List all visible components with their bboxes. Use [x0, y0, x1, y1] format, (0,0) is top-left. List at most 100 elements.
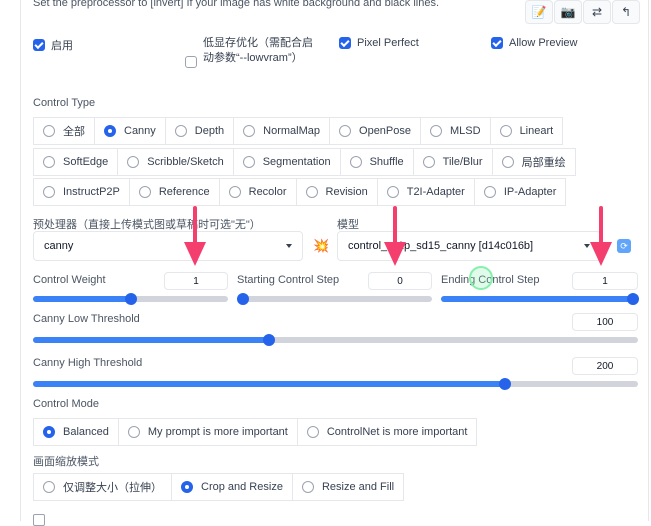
control-type-option-label: T2I-Adapter: [406, 186, 465, 198]
slider-thumb[interactable]: [262, 334, 275, 346]
radio-unselected-icon: [174, 125, 187, 137]
control-type-option[interactable]: Depth: [164, 117, 235, 145]
resize-mode-option[interactable]: Crop and Resize: [171, 473, 293, 501]
radio-unselected-icon: [430, 125, 442, 137]
control-type-option[interactable]: 局部重绘: [491, 148, 576, 176]
refresh-icon[interactable]: ⟳: [617, 239, 631, 253]
ending-step-slider[interactable]: [441, 293, 639, 305]
starting-step-input[interactable]: 0: [368, 272, 432, 290]
control-type-option[interactable]: OpenPose: [329, 117, 421, 145]
radio-unselected-icon: [43, 125, 55, 137]
slider-thumb[interactable]: [237, 293, 249, 305]
model-select[interactable]: control_v11p_sd15_canny [d14c016b]: [337, 231, 601, 261]
slider-fill: [441, 296, 633, 302]
high-threshold-slider[interactable]: [33, 378, 638, 390]
slider-thumb[interactable]: [627, 293, 639, 305]
radio-unselected-icon: [422, 156, 435, 168]
control-mode-option[interactable]: Balanced: [33, 418, 119, 446]
control-type-option[interactable]: InstructP2P: [33, 178, 130, 206]
preprocessor-label: 预处理器（直接上传模式图或草稿时可选"无"）: [33, 219, 261, 231]
slider-thumb[interactable]: [498, 378, 511, 390]
low-vram-checkbox[interactable]: 低显存优化（需配合启动参数“--lowvram”）: [185, 36, 313, 68]
control-type-option[interactable]: Tile/Blur: [412, 148, 493, 176]
control-type-option[interactable]: SoftEdge: [33, 148, 119, 176]
preprocessor-value: canny: [44, 240, 74, 252]
control-type-option-label: Reference: [158, 186, 210, 198]
control-weight-input[interactable]: 1: [164, 272, 228, 290]
control-type-option[interactable]: T2I-Adapter: [376, 178, 475, 206]
run-preprocessor-icon[interactable]: 💥: [313, 238, 329, 254]
control-type-option[interactable]: Revision: [295, 178, 378, 206]
control-type-option[interactable]: NormalMap: [233, 117, 331, 145]
ending-step-input[interactable]: 1: [572, 272, 638, 290]
low-threshold-input[interactable]: 100: [572, 313, 638, 331]
radio-unselected-icon: [242, 156, 255, 168]
preprocessor-select[interactable]: canny: [33, 231, 303, 261]
control-type-option[interactable]: Lineart: [489, 117, 564, 145]
checkbox-checked-icon: [339, 37, 351, 49]
control-type-option-label: InstructP2P: [63, 186, 120, 198]
low-threshold-slider[interactable]: [33, 334, 638, 346]
control-type-option[interactable]: Recolor: [218, 178, 297, 206]
edit-icon[interactable]: 📝: [525, 0, 553, 24]
radio-unselected-icon: [501, 156, 514, 168]
slider-fill: [33, 296, 131, 302]
radio-unselected-icon: [339, 125, 352, 137]
checkbox-checked-icon: [33, 39, 45, 51]
control-type-row-1: 全部 Canny Depth NormalMap OpenPose MLSD Lineart: [33, 117, 564, 145]
radio-unselected-icon: [43, 156, 55, 168]
radio-selected-icon: [104, 125, 116, 137]
model-label: 模型: [337, 219, 359, 231]
starting-step-slider[interactable]: [237, 293, 432, 305]
starting-step-label: Starting Control Step: [237, 274, 340, 286]
radio-selected-icon: [43, 426, 55, 438]
radio-selected-icon: [181, 481, 193, 493]
radio-unselected-icon: [127, 426, 140, 438]
control-type-option[interactable]: Canny: [94, 117, 166, 145]
radio-unselected-icon: [483, 186, 496, 198]
control-type-row-2: SoftEdge Scribble/Sketch Segmentation Shuff…: [33, 148, 576, 176]
control-type-option-label: Scribble/Sketch: [147, 156, 224, 168]
annotation-arrow-down-icon: [590, 206, 612, 266]
control-type-option-label: IP-Adapter: [503, 186, 557, 198]
radio-unselected-icon: [243, 125, 256, 137]
control-type-option-label: 局部重绘: [521, 157, 566, 169]
slider-thumb[interactable]: [124, 293, 137, 305]
control-mode-group: Balanced My prompt is more important Contr…: [33, 418, 478, 446]
high-threshold-input[interactable]: 200: [572, 357, 638, 375]
control-type-option-label: Lineart: [519, 125, 554, 137]
resize-mode-option-label: Resize and Fill: [321, 481, 395, 493]
control-type-option-label: OpenPose: [359, 125, 411, 137]
radio-unselected-icon: [306, 426, 319, 438]
control-type-option-label: Canny: [124, 125, 156, 137]
resize-mode-option-label: 仅调整大小（拉伸）: [63, 482, 162, 494]
swap-icon[interactable]: ⇄: [583, 0, 611, 24]
checkbox-unchecked-icon[interactable]: [33, 514, 45, 526]
allow-preview-checkbox[interactable]: Allow Preview: [491, 37, 577, 49]
control-type-option[interactable]: MLSD: [420, 117, 491, 145]
control-type-option[interactable]: Shuffle: [339, 148, 414, 176]
resize-mode-option-label: Crop and Resize: [201, 481, 283, 493]
control-type-option[interactable]: Segmentation: [232, 148, 341, 176]
control-type-option[interactable]: Scribble/Sketch: [117, 148, 234, 176]
send-up-icon[interactable]: ↰: [612, 0, 640, 24]
camera-icon[interactable]: 📷: [554, 0, 582, 24]
enable-checkbox[interactable]: 启用: [33, 37, 73, 53]
control-mode-option[interactable]: My prompt is more important: [117, 418, 298, 446]
resize-mode-option[interactable]: Resize and Fill: [291, 473, 405, 501]
control-mode-option-label: My prompt is more important: [147, 426, 288, 438]
control-type-option[interactable]: Reference: [128, 178, 220, 206]
low-threshold-label: Canny Low Threshold: [33, 313, 140, 325]
control-mode-option[interactable]: ControlNet is more important: [296, 418, 478, 446]
invert-hint: Set the preprocessor to [invert] If your…: [33, 0, 439, 9]
high-threshold-label: Canny High Threshold: [33, 357, 143, 369]
model-value: control_v11p_sd15_canny [d14c016b]: [348, 240, 534, 252]
resize-mode-option[interactable]: 仅调整大小（拉伸）: [33, 473, 172, 501]
control-type-option-label: NormalMap: [263, 125, 321, 137]
control-type-option[interactable]: 全部: [33, 117, 95, 145]
control-weight-slider[interactable]: [33, 293, 228, 305]
radio-unselected-icon: [43, 186, 55, 198]
control-type-option[interactable]: IP-Adapter: [473, 178, 567, 206]
checkbox-checked-icon: [491, 37, 503, 49]
pixel-perfect-checkbox[interactable]: Pixel Perfect: [339, 37, 419, 49]
